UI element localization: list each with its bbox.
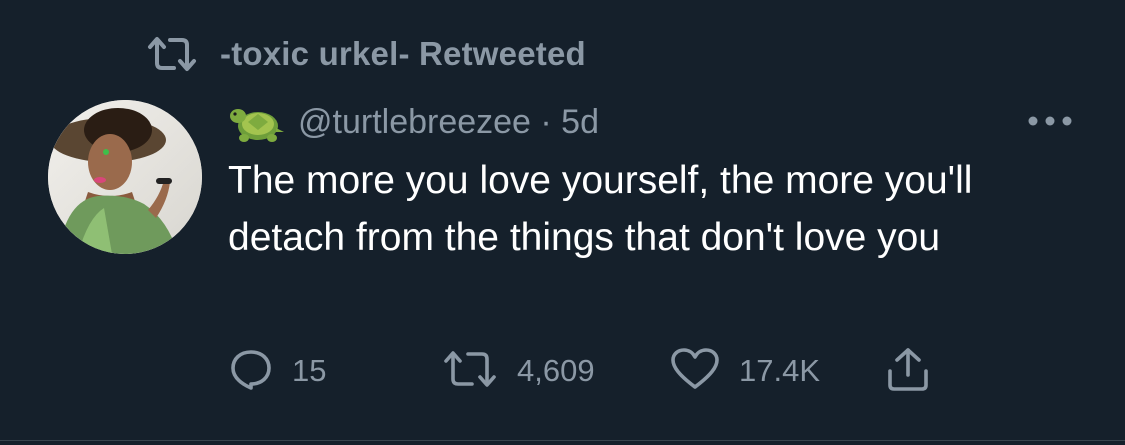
like-button[interactable]: 17.4K bbox=[669, 345, 820, 397]
retweeted-by-label: -toxic urkel- Retweeted bbox=[220, 35, 586, 72]
reply-button[interactable]: 15 bbox=[228, 345, 326, 397]
retweet-button[interactable]: 4,609 bbox=[441, 345, 595, 397]
avatar[interactable] bbox=[48, 100, 202, 254]
share-icon bbox=[884, 345, 932, 398]
retweet-count: 4,609 bbox=[517, 353, 595, 388]
retweet-icon bbox=[146, 34, 198, 74]
retweet-banner[interactable]: -toxic urkel- Retweeted bbox=[146, 30, 586, 78]
more-options-icon bbox=[1028, 116, 1072, 126]
heart-icon bbox=[669, 347, 721, 396]
reply-icon bbox=[228, 347, 274, 396]
like-count: 17.4K bbox=[739, 353, 821, 388]
turtle-emoji-icon bbox=[228, 98, 286, 146]
handle-and-timestamp[interactable]: @turtlebreezee · 5d bbox=[298, 103, 599, 142]
tweet-header: @turtlebreezee · 5d bbox=[228, 96, 599, 148]
tweet-actions: 15 4,609 17.4K bbox=[228, 345, 988, 397]
reply-count: 15 bbox=[292, 353, 327, 388]
tweet-divider bbox=[0, 440, 1125, 441]
retweet-icon bbox=[441, 347, 499, 396]
share-button[interactable] bbox=[884, 345, 932, 397]
more-options-button[interactable] bbox=[1026, 106, 1074, 136]
tweet-text: The more you love yourself, the more you… bbox=[228, 159, 973, 259]
